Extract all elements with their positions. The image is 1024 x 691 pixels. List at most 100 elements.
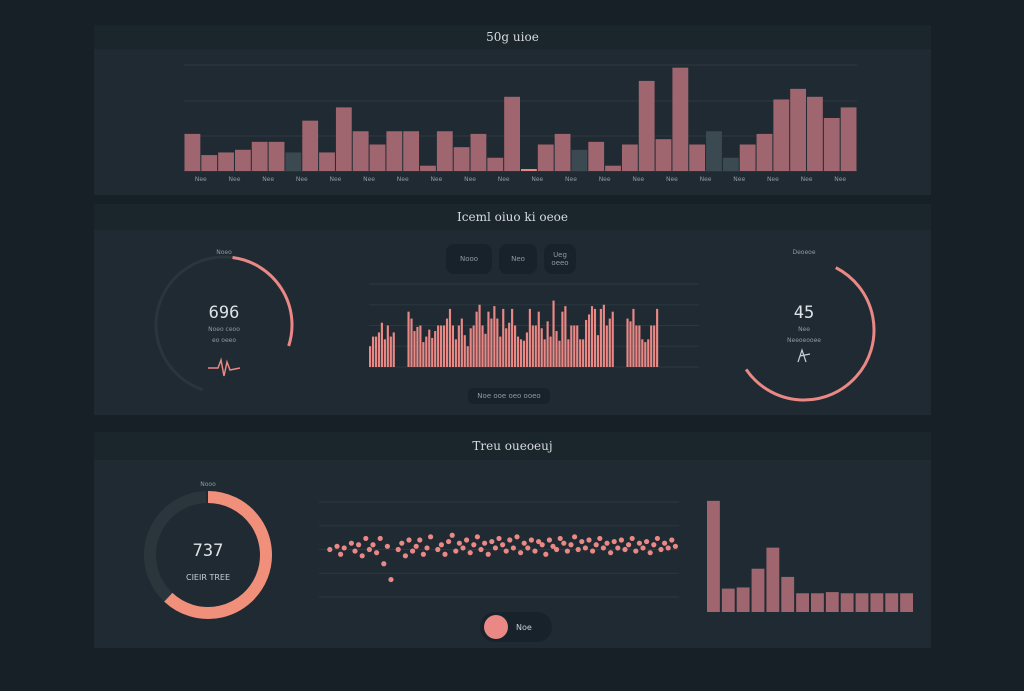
bar (540, 328, 543, 367)
scatter-point (640, 545, 646, 551)
bar (587, 314, 591, 367)
x-tick-label: Nee (565, 176, 577, 183)
scatter-point (510, 545, 516, 551)
scatter-point (618, 537, 624, 543)
scatter-point (600, 545, 606, 551)
bar (534, 325, 537, 367)
bar (407, 311, 410, 367)
bar (629, 321, 632, 367)
bar (626, 318, 629, 367)
scatter-point (395, 546, 401, 553)
filter-button[interactable]: Neo (499, 244, 537, 274)
bar (514, 325, 517, 367)
bar (437, 325, 440, 367)
scatter-point (557, 535, 563, 542)
bar (570, 325, 573, 367)
bar (840, 107, 857, 171)
bar (371, 336, 375, 367)
bar (268, 141, 285, 171)
bar (380, 322, 383, 367)
scatter-point (366, 546, 372, 553)
scatter-point (406, 537, 412, 543)
scatter-point (449, 532, 455, 538)
sparkle-icon (797, 348, 811, 363)
footer-button[interactable]: Noe ooe oeo ooeo (468, 388, 550, 404)
bar (466, 346, 469, 367)
bar (531, 325, 534, 367)
bar (386, 325, 389, 367)
bar (655, 139, 672, 171)
bar (525, 332, 528, 367)
bar (389, 336, 392, 367)
x-tick-label: Nee (599, 176, 611, 183)
bar (454, 339, 457, 367)
scatter-point (525, 545, 531, 551)
x-tick-label: Nee (700, 176, 712, 183)
filter-button[interactable]: Nooo (446, 244, 492, 274)
bar (469, 328, 472, 367)
bar (442, 325, 446, 367)
bar (184, 133, 201, 171)
scatter-point (622, 546, 628, 553)
scatter-point (442, 551, 448, 557)
scatter-point (453, 548, 459, 554)
gauge-label: Noeo (216, 249, 232, 256)
bar (470, 133, 487, 171)
bar (511, 308, 514, 367)
bar (653, 325, 656, 367)
x-tick-label: Nee (363, 176, 375, 183)
button-sublabel: oeeo (551, 259, 569, 267)
bar (478, 304, 481, 367)
scatter-point (446, 538, 452, 545)
filter-button[interactable]: Ueg oeeo (544, 244, 576, 274)
scatter-point (561, 540, 567, 546)
scatter-point (658, 546, 664, 553)
bar (576, 325, 579, 367)
bar (596, 335, 600, 367)
scatter-point (384, 543, 390, 549)
scatter-point (503, 548, 509, 554)
x-tick-label: Nee (229, 176, 241, 183)
bar (440, 325, 443, 367)
bar (773, 99, 790, 171)
scatter-point (669, 537, 675, 543)
bar (416, 326, 419, 367)
bar (585, 319, 588, 367)
scatter-point (456, 540, 462, 546)
scatter-point (597, 535, 603, 542)
scatter-point (615, 545, 621, 551)
bar (823, 118, 840, 171)
bar (369, 144, 386, 171)
x-tick-label: Nee (397, 176, 409, 183)
bar (490, 318, 493, 367)
bar (656, 308, 659, 367)
bar (602, 304, 605, 367)
scatter-point (377, 535, 383, 542)
bar (554, 133, 571, 171)
bar (807, 96, 823, 171)
scatter-point (388, 576, 394, 583)
scatter-point (644, 538, 650, 545)
scatter-point (568, 542, 574, 548)
x-tick-label: Nee (195, 176, 207, 183)
scatter-point (539, 542, 545, 548)
scatter-point (528, 537, 534, 543)
bar (448, 308, 452, 367)
gauges-panel: Iceml oiuo ki oeoe Noeo 696 Noeo ceoo eo… (94, 204, 931, 415)
scatter-point (654, 535, 660, 542)
scatter-point (460, 545, 466, 551)
top-bar-chart: Nee Nee Nee Nee Nee Nee Nee Nee Nee Nee Nee Nee Nee N… (184, 64, 857, 183)
bar (599, 308, 602, 367)
bar (201, 155, 218, 171)
scatter-point (352, 548, 358, 554)
scatter-point (564, 548, 570, 554)
x-tick-label: Nee (632, 176, 644, 183)
bar (508, 322, 511, 367)
scatter-point (413, 543, 419, 549)
scatter-point (341, 545, 347, 551)
scatter-point (575, 546, 581, 553)
toggle[interactable]: Noe (480, 612, 552, 642)
scatter-point (636, 540, 642, 546)
gauge-label: Deoeoe (792, 249, 815, 256)
bar (590, 306, 594, 367)
